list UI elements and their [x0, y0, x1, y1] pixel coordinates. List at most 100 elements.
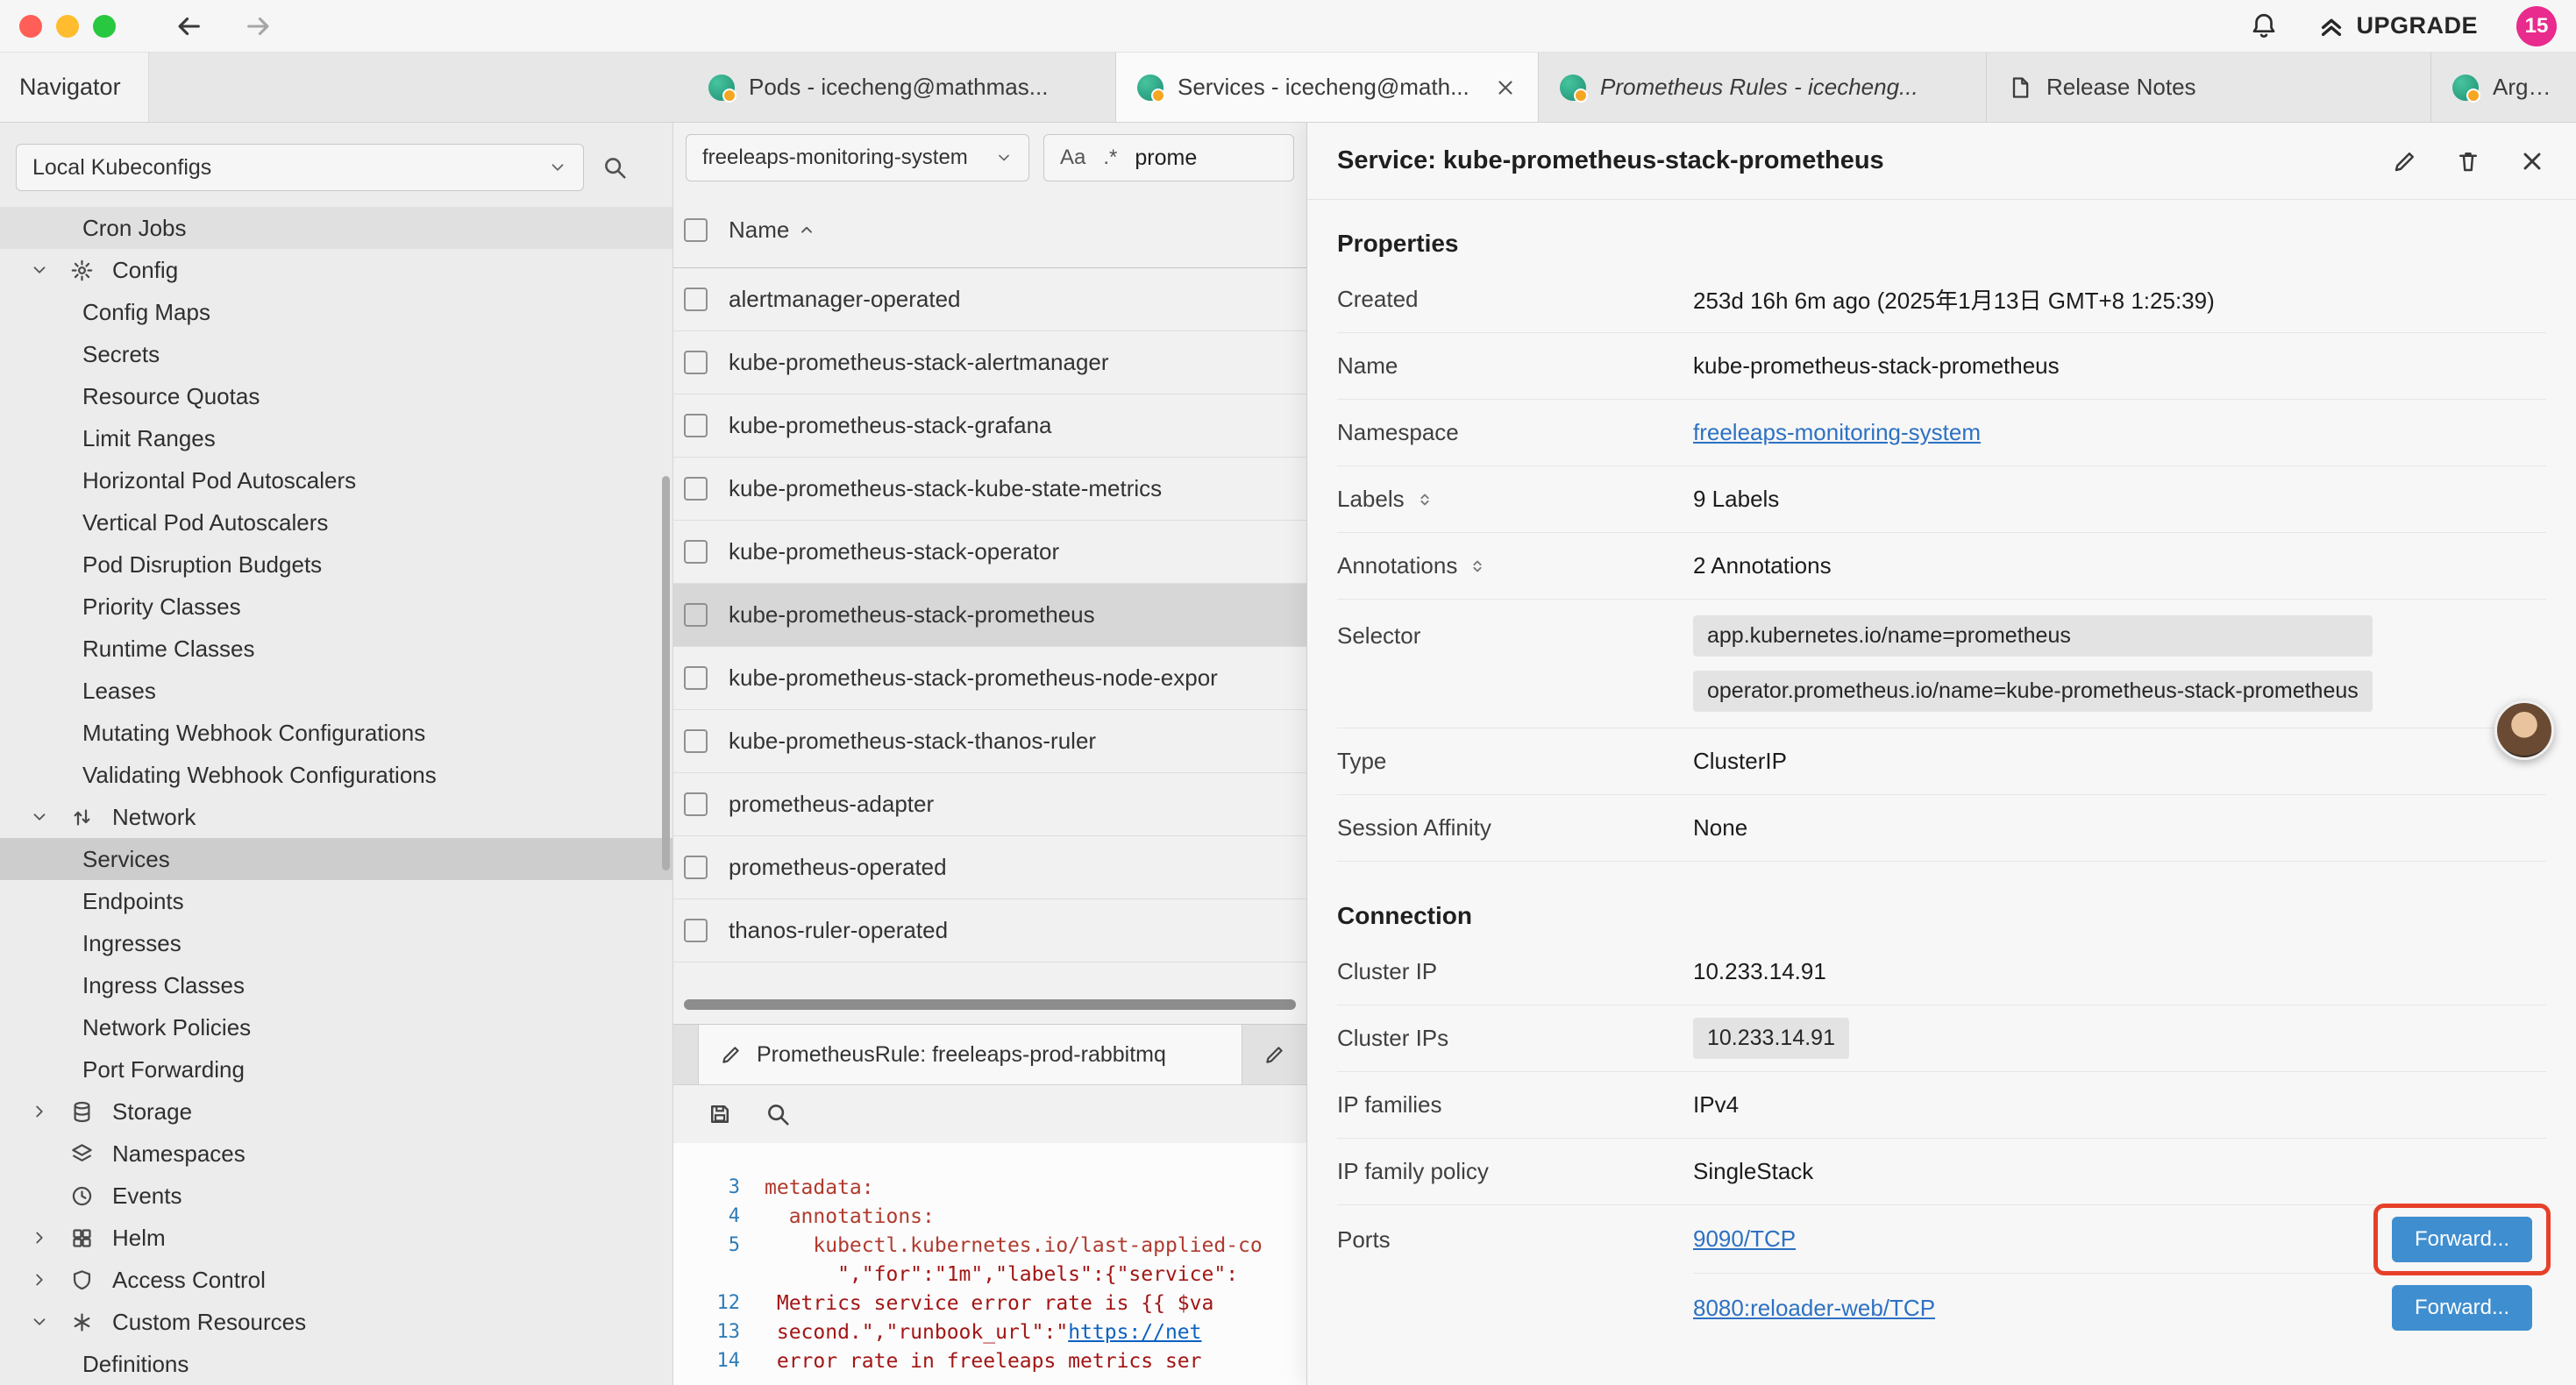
sidebar-search-button[interactable]: [601, 154, 628, 181]
user-avatar[interactable]: [2494, 700, 2554, 760]
row-checkbox[interactable]: [684, 729, 708, 753]
row-checkbox[interactable]: [684, 477, 708, 501]
sidebar-item-events[interactable]: Events: [0, 1175, 672, 1217]
sidebar-item-config[interactable]: Config: [0, 249, 672, 291]
close-panel-button[interactable]: [2518, 147, 2546, 175]
table-row[interactable]: prometheus-adapter: [673, 773, 1306, 836]
sidebar-item-helm[interactable]: Helm: [0, 1217, 672, 1259]
select-all-checkbox[interactable]: [684, 218, 708, 242]
table-row[interactable]: kube-prometheus-stack-alertmanager: [673, 331, 1306, 394]
yaml-editor[interactable]: 3metadata: 4 annotations: 5 kubectl.kube…: [673, 1143, 1306, 1385]
chevron-down-icon[interactable]: [30, 807, 70, 827]
namespace-link[interactable]: freeleaps-monitoring-system: [1693, 419, 1981, 446]
dock-tab-prometheusrule[interactable]: PrometheusRule: freeleaps-prod-rabbitmq: [698, 1025, 1242, 1084]
chevron-down-icon[interactable]: [30, 260, 70, 280]
editor-search-icon[interactable]: [765, 1101, 791, 1127]
sidebar-item-cron-jobs[interactable]: Cron Jobs: [0, 207, 672, 249]
sidebar-item-network[interactable]: Network: [0, 796, 672, 838]
row-checkbox[interactable]: [684, 540, 708, 564]
sidebar-item-config-maps[interactable]: Config Maps: [0, 291, 672, 333]
sidebar-item-validating-webhook-configurations[interactable]: Validating Webhook Configurations: [0, 754, 672, 796]
sidebar-item-ingresses[interactable]: Ingresses: [0, 922, 672, 964]
sidebar-item-secrets[interactable]: Secrets: [0, 333, 672, 375]
port-link[interactable]: 8080:reloader-web/TCP: [1693, 1295, 1935, 1322]
sidebar-item-runtime-classes[interactable]: Runtime Classes: [0, 628, 672, 670]
delete-button[interactable]: [2455, 148, 2481, 174]
sidebar-item-horizontal-pod-autoscalers[interactable]: Horizontal Pod Autoscalers: [0, 459, 672, 501]
notification-count-badge[interactable]: 15: [2516, 6, 2557, 46]
table-row[interactable]: prometheus-operated: [673, 836, 1306, 899]
sidebar-item-services[interactable]: Services: [0, 838, 672, 880]
sidebar-item-priority-classes[interactable]: Priority Classes: [0, 586, 672, 628]
sidebar-item-pod-disruption-budgets[interactable]: Pod Disruption Budgets: [0, 543, 672, 586]
row-checkbox[interactable]: [684, 792, 708, 816]
table-row[interactable]: kube-prometheus-stack-prometheus-node-ex…: [673, 647, 1306, 710]
tab-pods[interactable]: Pods - icecheng@mathmas...: [687, 53, 1116, 122]
chevron-down-icon[interactable]: [30, 1312, 70, 1332]
sidebar-item-network-policies[interactable]: Network Policies: [0, 1006, 672, 1048]
maximize-window-button[interactable]: [93, 15, 116, 38]
kubernetes-icon: [1137, 75, 1163, 101]
sidebar-item-leases[interactable]: Leases: [0, 670, 672, 712]
row-checkbox[interactable]: [684, 603, 708, 627]
kubeconfig-select[interactable]: Local Kubeconfigs: [16, 144, 584, 191]
table-row[interactable]: thanos-ruler-operated: [673, 899, 1306, 962]
name-column-header[interactable]: Name: [729, 217, 815, 244]
expand-toggle-icon[interactable]: [1468, 557, 1487, 576]
save-icon[interactable]: [707, 1101, 733, 1127]
namespace-filter-select[interactable]: freeleaps-monitoring-system: [686, 134, 1029, 181]
sidebar-scrollbar[interactable]: [662, 476, 670, 870]
forward-button[interactable]: Forward...: [2392, 1285, 2532, 1331]
minimize-window-button[interactable]: [56, 15, 79, 38]
sidebar-item-vertical-pod-autoscalers[interactable]: Vertical Pod Autoscalers: [0, 501, 672, 543]
detail-row-ports: Ports 9090/TCP Forward... 8080:reloader-…: [1337, 1205, 2546, 1342]
tab-release-notes[interactable]: Release Notes: [1987, 53, 2431, 122]
tab-argo[interactable]: Argo Se: [2431, 53, 2576, 122]
row-checkbox[interactable]: [684, 666, 708, 690]
sidebar-item-endpoints[interactable]: Endpoints: [0, 880, 672, 922]
horizontal-scrollbar[interactable]: [684, 999, 1296, 1010]
close-window-button[interactable]: [19, 15, 42, 38]
chevron-right-icon[interactable]: [30, 1102, 70, 1121]
sidebar-item-resource-quotas[interactable]: Resource Quotas: [0, 375, 672, 417]
table-row[interactable]: alertmanager-operated: [673, 268, 1306, 331]
row-checkbox[interactable]: [684, 856, 708, 879]
sidebar-item-storage[interactable]: Storage: [0, 1090, 672, 1133]
sidebar-item-namespaces[interactable]: Namespaces: [0, 1133, 672, 1175]
table-row[interactable]: kube-prometheus-stack-operator: [673, 521, 1306, 584]
table-row[interactable]: kube-prometheus-stack-thanos-ruler: [673, 710, 1306, 773]
close-tab-icon[interactable]: [1494, 76, 1517, 99]
dock-tab-partial[interactable]: [1242, 1025, 1306, 1084]
sidebar-item-limit-ranges[interactable]: Limit Ranges: [0, 417, 672, 459]
table-row[interactable]: kube-prometheus-stack-kube-state-metrics: [673, 458, 1306, 521]
sidebar-item-custom-resources[interactable]: Custom Resources: [0, 1301, 672, 1343]
upgrade-button[interactable]: UPGRADE: [2317, 12, 2478, 40]
tab-services[interactable]: Services - icecheng@math...: [1116, 53, 1539, 122]
sidebar-item-mutating-webhook-configurations[interactable]: Mutating Webhook Configurations: [0, 712, 672, 754]
row-checkbox[interactable]: [684, 414, 708, 437]
code-line: Metrics service error rate is {{ $va: [765, 1292, 1213, 1315]
edit-button[interactable]: [2392, 148, 2418, 174]
expand-toggle-icon[interactable]: [1415, 490, 1434, 509]
tab-prometheus-rules[interactable]: Prometheus Rules - icecheng...: [1539, 53, 1987, 122]
navigator-panel-tab[interactable]: Navigator: [0, 53, 149, 122]
bell-icon[interactable]: [2249, 11, 2279, 41]
forward-button[interactable]: Forward...: [2392, 1217, 2532, 1262]
table-row[interactable]: kube-prometheus-stack-grafana: [673, 394, 1306, 458]
row-checkbox[interactable]: [684, 919, 708, 942]
table-row-selected[interactable]: kube-prometheus-stack-prometheus: [673, 584, 1306, 647]
port-link[interactable]: 9090/TCP: [1693, 1225, 1796, 1253]
forward-arrow-icon[interactable]: [244, 11, 274, 41]
sidebar-item-access-control[interactable]: Access Control: [0, 1259, 672, 1301]
chevron-right-icon[interactable]: [30, 1270, 70, 1289]
regex-toggle[interactable]: .*: [1103, 146, 1117, 170]
sidebar-item-definitions[interactable]: Definitions: [0, 1343, 672, 1385]
row-checkbox[interactable]: [684, 351, 708, 374]
match-case-toggle[interactable]: Aa: [1060, 146, 1085, 170]
list-search-input[interactable]: Aa .* prome: [1043, 134, 1294, 181]
sidebar-item-ingress-classes[interactable]: Ingress Classes: [0, 964, 672, 1006]
sidebar-item-port-forwarding[interactable]: Port Forwarding: [0, 1048, 672, 1090]
row-checkbox[interactable]: [684, 288, 708, 311]
chevron-right-icon[interactable]: [30, 1228, 70, 1247]
back-arrow-icon[interactable]: [174, 11, 203, 41]
